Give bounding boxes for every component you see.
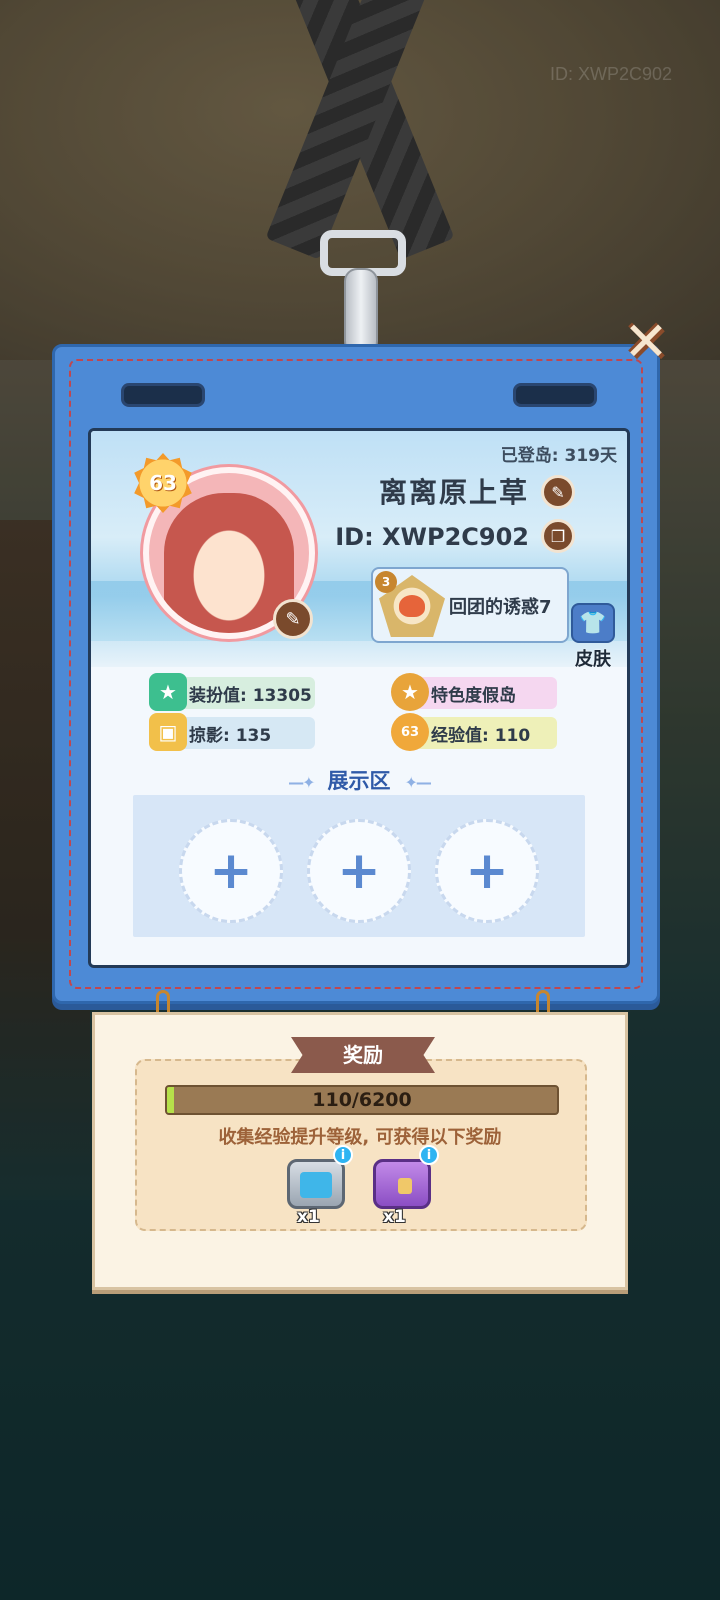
medal-icon: ★: [391, 673, 429, 711]
photos-stat: ▣ 掠影: 135: [149, 713, 315, 751]
info-icon[interactable]: i: [419, 1145, 439, 1165]
dress-value-text: 装扮值: 13305: [189, 685, 312, 706]
exp-progress-text: 110/6200: [312, 1089, 412, 1111]
island-type-stat: ★ 特色度假岛: [391, 673, 557, 711]
showcase-slot-1[interactable]: +: [179, 819, 283, 923]
copy-icon: ❐: [550, 526, 566, 546]
purple-chest-icon: [373, 1159, 431, 1209]
title-badge[interactable]: 3 回团的诱惑7: [371, 567, 569, 643]
reward-panel: 奖励 110/6200 收集经验提升等级, 可获得以下奖励 i x1 i x1: [92, 1012, 628, 1290]
star-card-icon: ★: [149, 673, 187, 711]
reward-quantity: x1: [297, 1207, 320, 1227]
days-on-island: 已登岛: 319天: [500, 446, 617, 466]
photo-icon: ▣: [149, 713, 187, 751]
reward-title: 奖励: [291, 1037, 435, 1073]
player-name: 离离原上草: [378, 476, 529, 509]
exp-text: 经验值: 110: [431, 725, 531, 746]
info-icon[interactable]: i: [333, 1145, 353, 1165]
reward-quantity: x1: [383, 1207, 406, 1227]
edit-icon: ✎: [551, 482, 565, 502]
showcase-slot-2[interactable]: +: [307, 819, 411, 923]
edit-name-button[interactable]: ✎: [541, 475, 575, 509]
island-type-text: 特色度假岛: [431, 685, 516, 706]
shirt-icon: 👕: [571, 603, 615, 643]
photos-text: 掠影: 135: [189, 725, 272, 746]
close-icon: ✕: [623, 310, 669, 373]
close-button[interactable]: ✕: [620, 310, 672, 373]
edit-icon: ✎: [285, 608, 301, 630]
edit-avatar-button[interactable]: ✎: [273, 599, 313, 639]
card-slot-left: [121, 383, 205, 407]
reward-item-energy-chest[interactable]: i x1: [283, 1145, 353, 1227]
showcase-slot-3[interactable]: +: [435, 819, 539, 923]
showcase-title: —✦ 展示区 ✦—: [288, 769, 432, 793]
title-level-badge: 3: [375, 571, 397, 593]
title-label: 回团的诱惑7: [449, 597, 552, 618]
card-slot-right: [513, 383, 597, 407]
watermark-text: ID: XWP2C902: [549, 64, 672, 84]
plus-icon: +: [337, 841, 381, 901]
dress-value-stat: ★ 装扮值: 13305: [149, 673, 315, 711]
exp-progress-bar: 110/6200: [165, 1085, 559, 1115]
plus-icon: +: [465, 841, 509, 901]
player-id: ID: XWP2C902: [335, 523, 529, 551]
reward-description: 收集经验提升等级, 可获得以下奖励: [218, 1127, 502, 1148]
skin-label: 皮肤: [575, 649, 611, 670]
exp-stat: 63 经验值: 110: [391, 713, 557, 751]
profile-card: 已登岛: 319天 63 ✎ 离离原上草 ✎ ID: XWP2C902 ❐ 3 …: [88, 428, 630, 968]
skin-button[interactable]: 👕 皮肤: [569, 603, 617, 670]
copy-id-button[interactable]: ❐: [541, 519, 575, 553]
showcase-area: + + +: [133, 795, 585, 937]
plus-icon: +: [209, 841, 253, 901]
exp-level-icon: 63: [391, 713, 429, 751]
energy-chest-icon: [287, 1159, 345, 1209]
reward-item-purple-chest[interactable]: i x1: [369, 1145, 439, 1227]
